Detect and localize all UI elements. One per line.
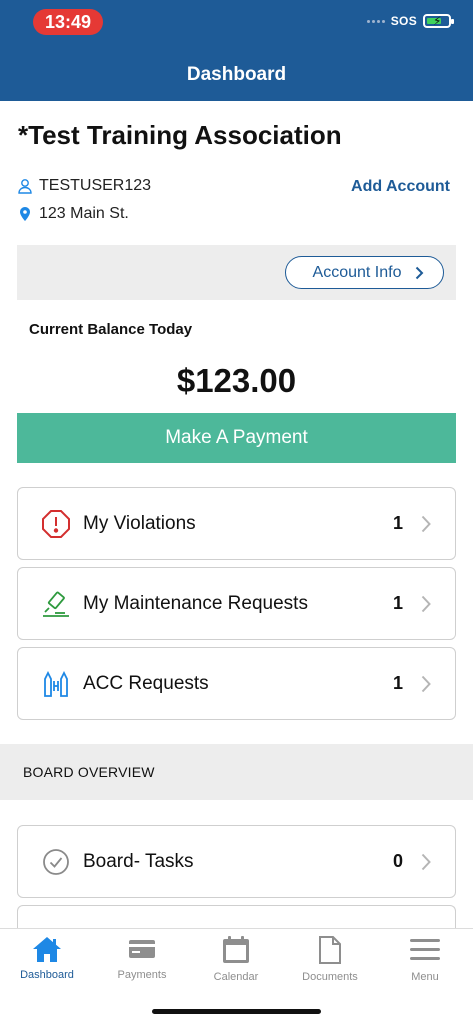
tab-dashboard[interactable]: Dashboard bbox=[0, 935, 94, 981]
acc-requests-label: ACC Requests bbox=[83, 672, 209, 694]
tab-label: Payments bbox=[117, 969, 167, 981]
address-row: 123 Main St. bbox=[17, 205, 129, 223]
acc-requests-card[interactable]: ACC Requests 1 bbox=[17, 647, 456, 720]
account-info-button[interactable]: Account Info bbox=[285, 256, 444, 289]
board-tasks-card[interactable]: Board- Tasks 0 bbox=[17, 825, 456, 898]
make-payment-button[interactable]: Make A Payment bbox=[17, 413, 456, 463]
address: 123 Main St. bbox=[39, 205, 129, 222]
tab-menu[interactable]: Menu bbox=[378, 935, 472, 983]
user-row: TESTUSER123 bbox=[17, 177, 151, 195]
calendar-icon bbox=[223, 936, 249, 963]
violations-card[interactable]: My Violations 1 bbox=[17, 487, 456, 560]
balance-amount: $123.00 bbox=[176, 362, 297, 399]
section-title: BOARD OVERVIEW bbox=[23, 764, 155, 780]
chevron-right-icon bbox=[421, 595, 431, 613]
violations-label: My Violations bbox=[83, 512, 196, 534]
username: TESTUSER123 bbox=[39, 177, 152, 194]
tab-label: Dashboard bbox=[20, 969, 74, 981]
sos-label: SOS bbox=[390, 14, 417, 28]
tab-calendar[interactable]: Calendar bbox=[189, 935, 283, 983]
page-title: Dashboard bbox=[186, 64, 287, 85]
acc-requests-count: 1 bbox=[392, 673, 403, 693]
chevron-right-icon bbox=[421, 515, 431, 533]
maintenance-requests-card[interactable]: My Maintenance Requests 1 bbox=[17, 567, 456, 640]
home-icon bbox=[33, 937, 61, 962]
balance-label: Current Balance Today bbox=[29, 321, 193, 338]
board-tasks-label: Board- Tasks bbox=[83, 850, 194, 872]
maintenance-icon bbox=[39, 587, 73, 621]
board-overview-section: BOARD OVERVIEW bbox=[0, 744, 473, 800]
status-indicators: SOS ⚡ bbox=[366, 14, 454, 28]
violations-count: 1 bbox=[392, 513, 403, 533]
app-header: 13:49 SOS ⚡ Dashboard bbox=[0, 0, 473, 101]
battery-icon: ⚡ bbox=[423, 14, 454, 28]
chevron-right-icon bbox=[421, 675, 431, 693]
menu-icon bbox=[410, 939, 440, 960]
tab-label: Menu bbox=[411, 971, 439, 983]
status-time: 13:49 bbox=[33, 9, 103, 35]
account-info-label: Account Info bbox=[312, 263, 402, 281]
home-indicator bbox=[152, 1009, 321, 1014]
maintenance-requests-count: 1 bbox=[392, 593, 403, 613]
add-account-link[interactable]: Add Account bbox=[351, 178, 450, 196]
location-pin-icon bbox=[20, 207, 30, 221]
document-icon bbox=[319, 936, 341, 964]
account-info-strip: Account Info bbox=[17, 245, 456, 300]
tab-label: Documents bbox=[302, 971, 358, 983]
tab-payments[interactable]: Payments bbox=[95, 935, 189, 981]
chevron-right-icon bbox=[416, 266, 424, 279]
board-tasks-count: 0 bbox=[392, 851, 403, 871]
tab-documents[interactable]: Documents bbox=[283, 935, 377, 983]
violation-alert-icon bbox=[39, 507, 73, 541]
maintenance-requests-label: My Maintenance Requests bbox=[83, 592, 308, 614]
user-icon bbox=[18, 179, 32, 194]
acc-request-icon bbox=[39, 667, 73, 701]
tab-label: Calendar bbox=[213, 971, 259, 983]
check-circle-icon bbox=[39, 845, 73, 879]
signal-icon bbox=[366, 19, 385, 23]
chevron-right-icon bbox=[421, 853, 431, 871]
association-name: *Test Training Association bbox=[18, 120, 342, 150]
credit-card-icon bbox=[129, 940, 155, 958]
